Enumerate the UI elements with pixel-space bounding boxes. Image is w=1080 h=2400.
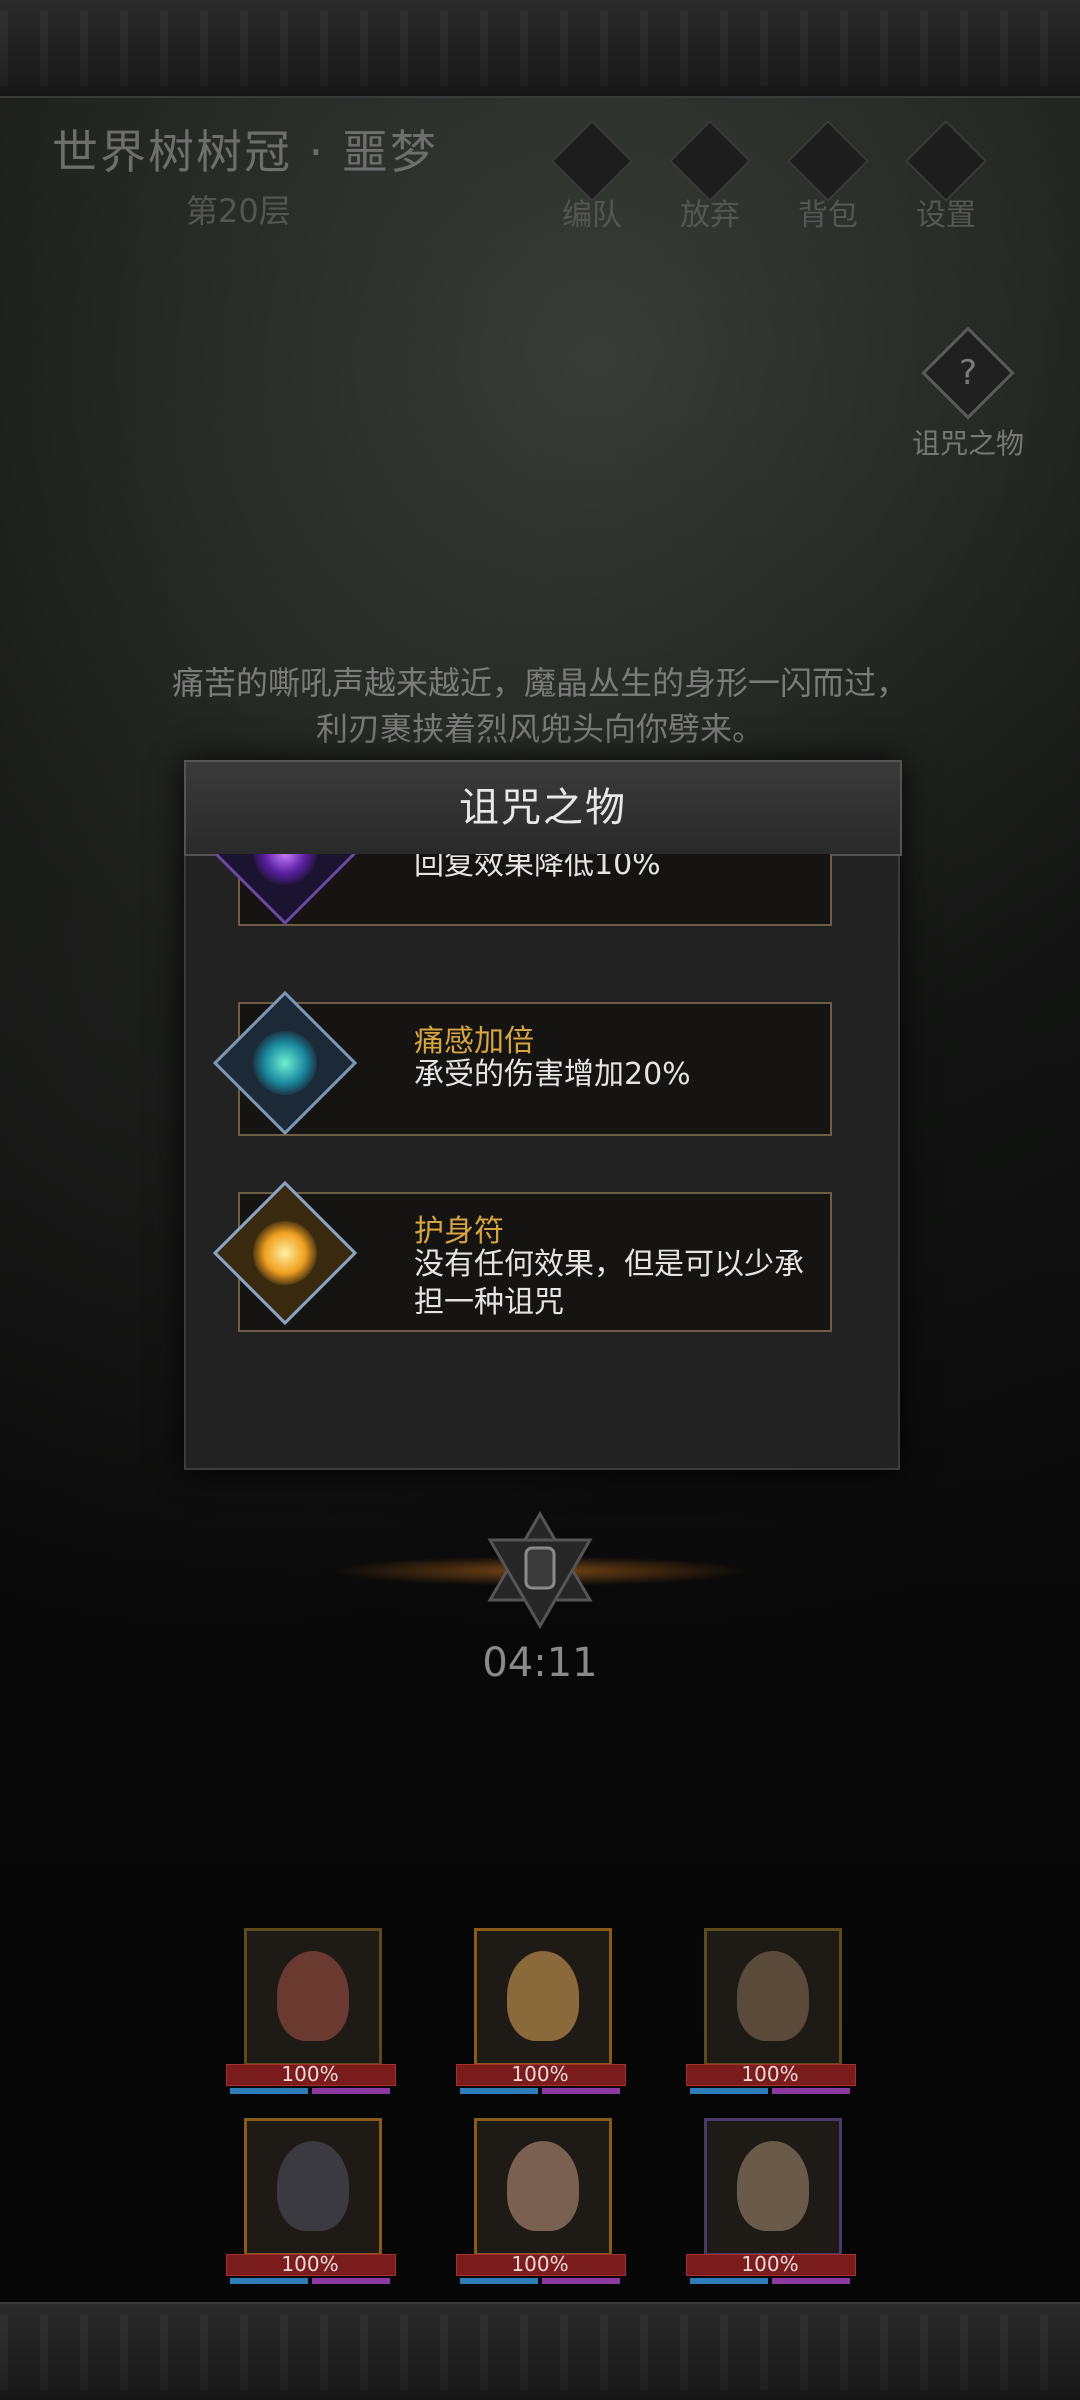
party-member-slot[interactable]: 100%	[456, 2118, 626, 2284]
vortex-icon	[212, 854, 358, 926]
hp-percent: 100%	[511, 2252, 569, 2276]
bottom-bar-pattern	[0, 2314, 1080, 2390]
curse-name: 护身符	[414, 1214, 504, 1249]
hero-face	[277, 2141, 349, 2231]
vortex-glow	[239, 854, 331, 899]
curse-items-dialog: 诅咒之物 回复效果降低10% 痛感加倍 承受的伤害增加20% 护身符 没有任何效…	[184, 760, 902, 1470]
curse-card-amulet[interactable]: 护身符 没有任何效果，但是可以少承担一种诅咒	[212, 1180, 832, 1332]
floor-label: 第20层	[186, 192, 291, 230]
lightning-glow	[239, 1017, 331, 1109]
bag-button[interactable]: 背包	[778, 119, 878, 234]
hp-percent: 100%	[281, 2252, 339, 2276]
settings-button-label: 设置	[916, 198, 976, 233]
energy-bar	[772, 2088, 850, 2094]
curse-items-button[interactable]: ? 诅咒之物	[906, 326, 1030, 460]
hero-face	[737, 1951, 809, 2041]
lightning-figure-icon	[212, 990, 358, 1136]
hero-portrait	[704, 2118, 842, 2256]
dungeon-title: 世界树树冠 · 噩梦	[52, 125, 438, 179]
settings-button[interactable]: 设置	[896, 119, 996, 234]
hero-face	[737, 2141, 809, 2231]
story-text: 痛苦的嘶吼声越来越近，魔晶丛生的身形一闪而过，利刃裹挟着烈风兜头向你劈来。	[171, 664, 908, 748]
amulet-glow	[239, 1207, 331, 1299]
party-member-slot[interactable]: 100%	[226, 1928, 396, 2094]
mana-bar	[230, 2278, 308, 2284]
hero-portrait	[704, 1928, 842, 2066]
mana-bar	[690, 2278, 768, 2284]
energy-bar	[312, 2088, 390, 2094]
hero-portrait	[474, 2118, 612, 2256]
lantern-star-icon	[487, 1511, 593, 1629]
hp-percent: 100%	[281, 2062, 339, 2086]
team-button-label: 编队	[562, 198, 622, 233]
curse-items-button-label: 诅咒之物	[911, 427, 1024, 460]
hero-portrait	[244, 2118, 382, 2256]
top-ornament-bar	[0, 0, 1080, 98]
curse-desc: 回复效果降低10%	[414, 854, 661, 882]
mana-bar	[690, 2088, 768, 2094]
bottom-ornament-bar	[0, 2302, 1080, 2400]
hero-face	[507, 1951, 579, 2041]
energy-bar	[542, 2088, 620, 2094]
mana-bar	[460, 2278, 538, 2284]
party-member-slot[interactable]: 100%	[686, 1928, 856, 2094]
top-bar-pattern	[0, 10, 1080, 86]
party-member-slot[interactable]: 100%	[456, 1928, 626, 2094]
curse-list[interactable]: 回复效果降低10% 痛感加倍 承受的伤害增加20% 护身符 没有任何效果，但是可…	[186, 854, 898, 1454]
curse-desc: 没有任何效果，但是可以少承担一种诅咒	[414, 1247, 804, 1320]
energy-bar	[772, 2278, 850, 2284]
hero-face	[507, 2141, 579, 2231]
amulet-icon	[212, 1180, 358, 1326]
bag-button-label: 背包	[798, 198, 858, 233]
team-button[interactable]: 编队	[542, 119, 642, 234]
energy-bar	[312, 2278, 390, 2284]
hp-percent: 100%	[741, 2062, 799, 2086]
party-member-slot[interactable]: 100%	[226, 2118, 396, 2284]
hero-portrait	[474, 1928, 612, 2066]
curse-desc: 承受的伤害增加20%	[414, 1057, 691, 1092]
abandon-button-label: 放弃	[680, 198, 740, 233]
hero-face	[277, 1951, 349, 2041]
hp-percent: 100%	[511, 2062, 569, 2086]
question-glyph: ?	[958, 352, 978, 393]
hero-portrait	[244, 1928, 382, 2066]
countdown-timer: 04:11	[482, 1640, 598, 1686]
curse-card-recovery[interactable]: 回复效果降低10%	[212, 854, 832, 926]
curse-card-pain-double[interactable]: 痛感加倍 承受的伤害增加20%	[212, 990, 832, 1136]
curse-name: 痛感加倍	[414, 1024, 534, 1059]
question-icon: ?	[921, 326, 1015, 420]
dialog-title: 诅咒之物	[184, 760, 902, 856]
mana-bar	[460, 2088, 538, 2094]
energy-bar	[542, 2278, 620, 2284]
party-member-slot[interactable]: 100%	[686, 2118, 856, 2284]
hp-percent: 100%	[741, 2252, 799, 2276]
abandon-button[interactable]: 放弃	[660, 119, 760, 234]
mana-bar	[230, 2088, 308, 2094]
